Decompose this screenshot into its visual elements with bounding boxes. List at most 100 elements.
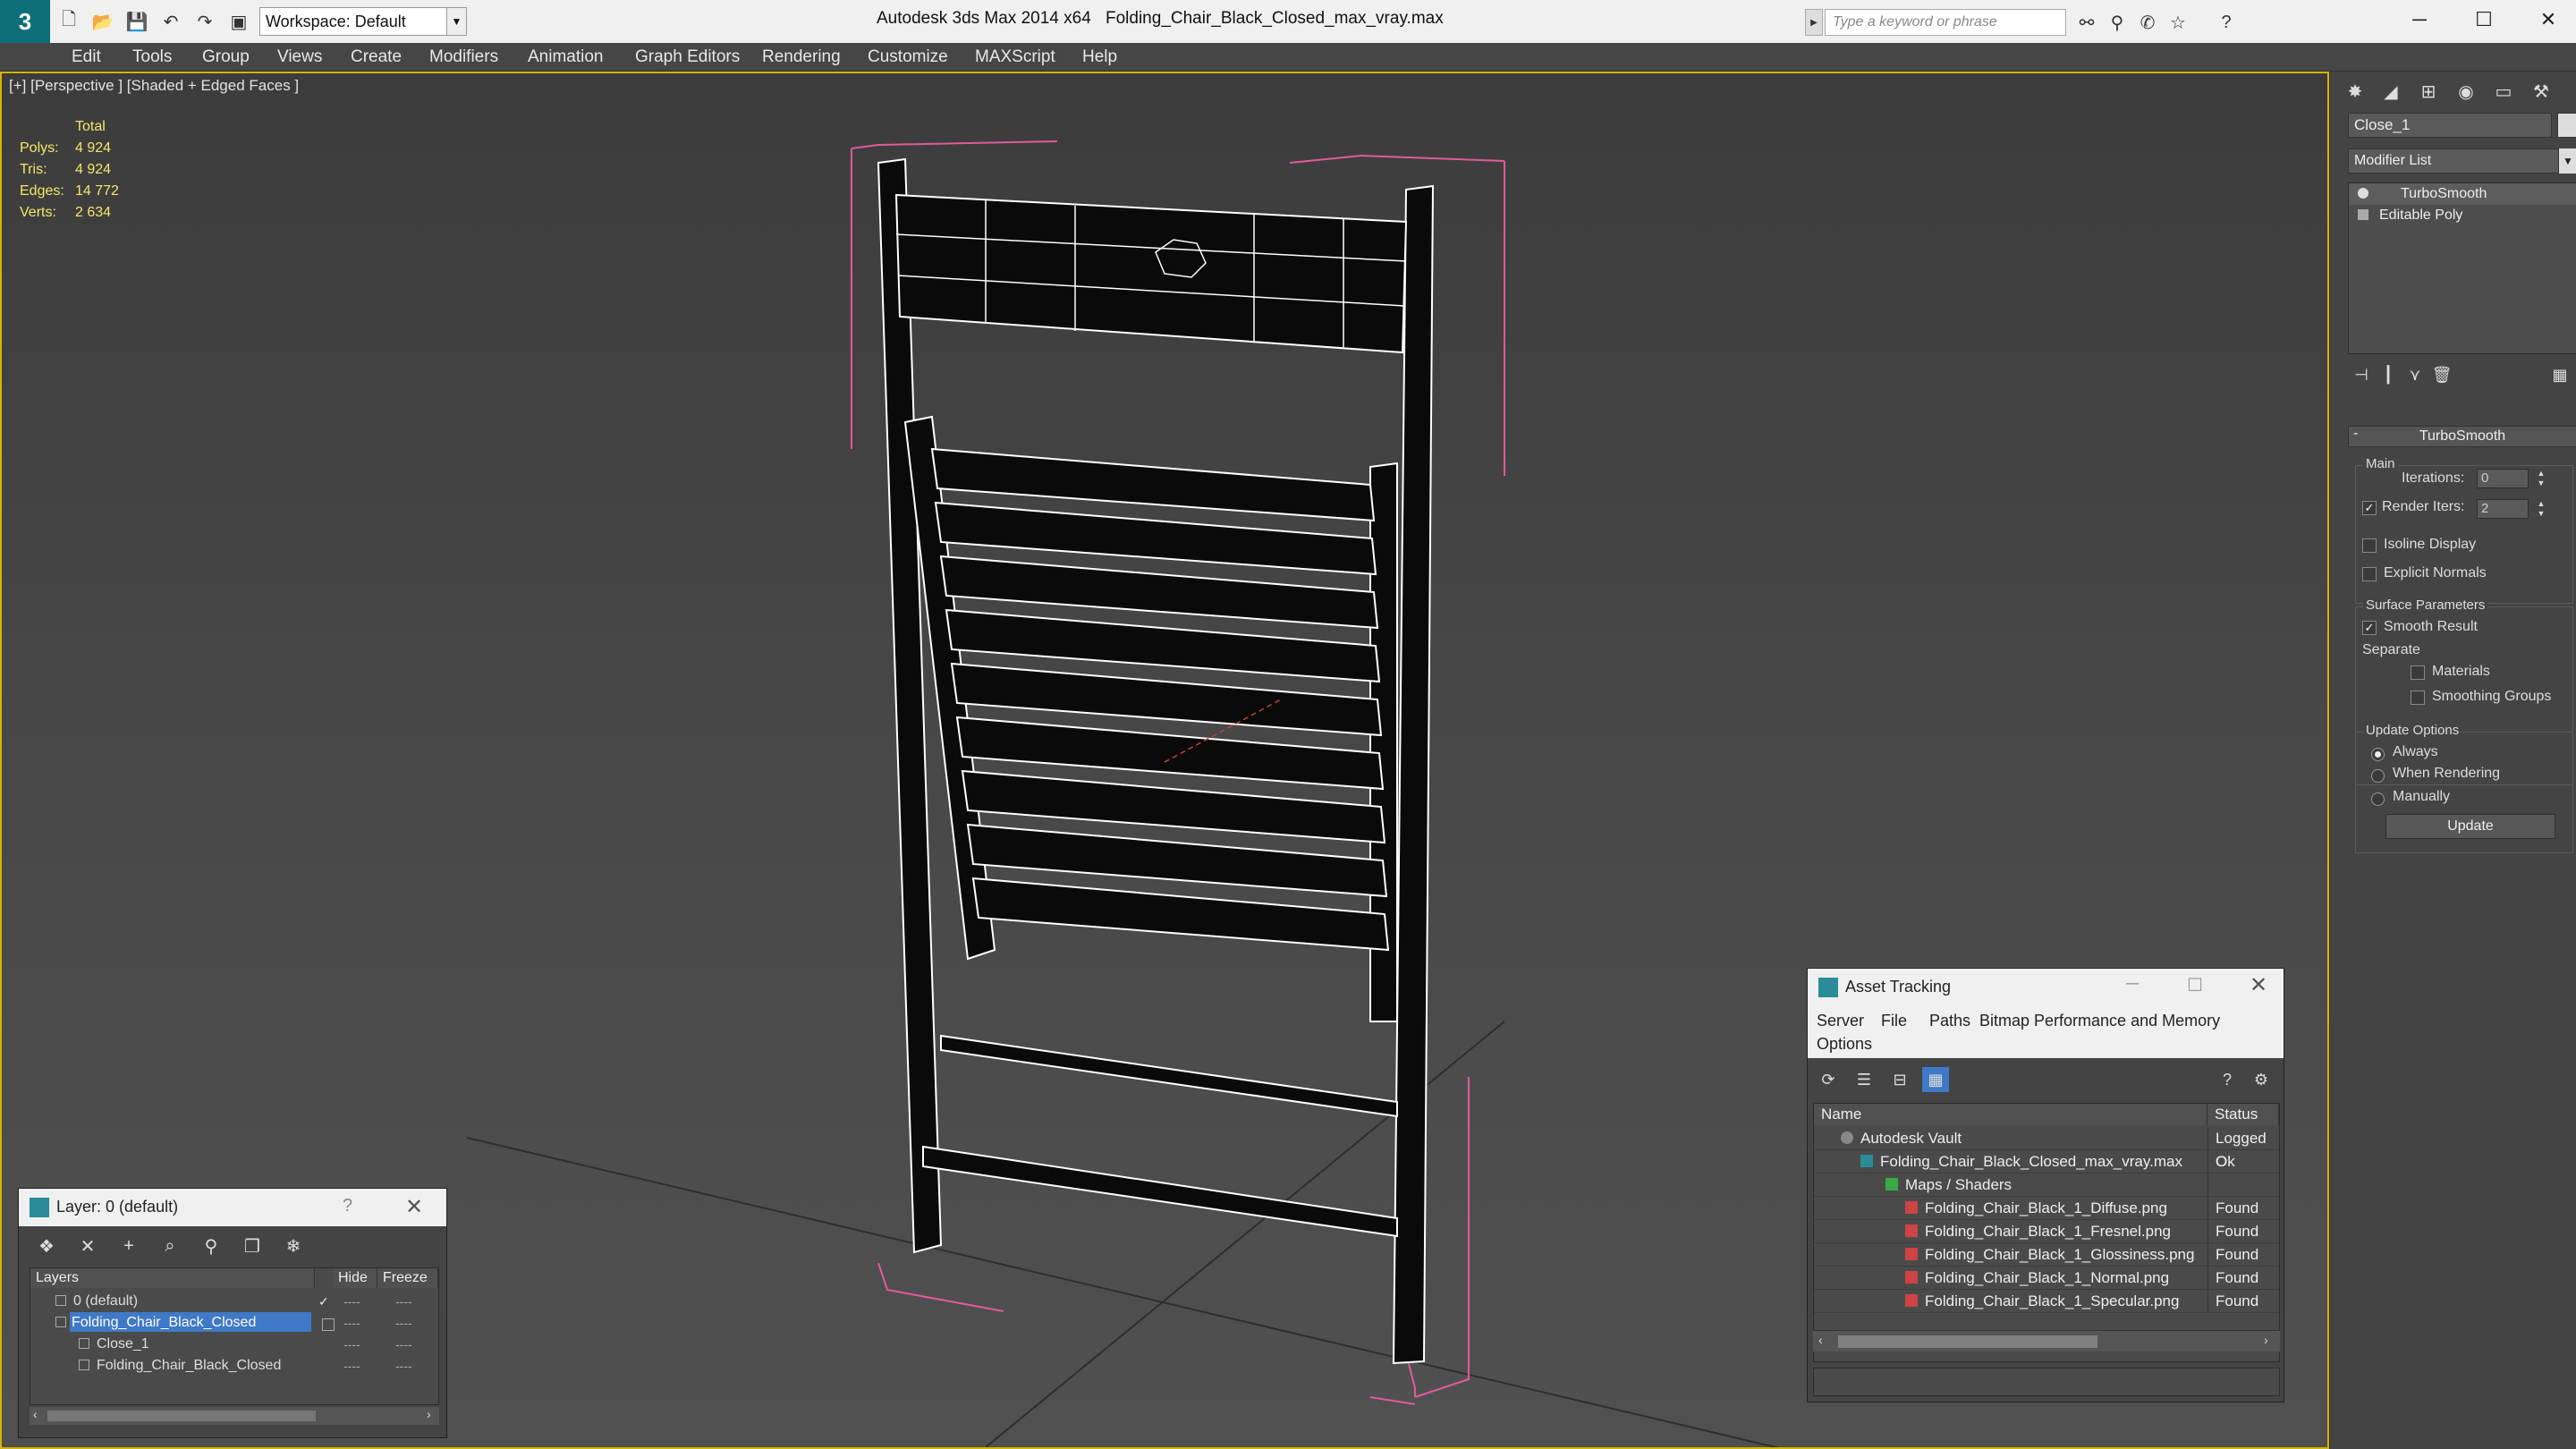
- turbosmooth-rollout-header[interactable]: TurboSmooth: [2348, 426, 2576, 447]
- minimize-icon[interactable]: ─: [2397, 4, 2442, 36]
- layer-row[interactable]: Folding_Chair_Black_Closed ---- ----: [30, 1354, 438, 1376]
- active-layer-check-icon[interactable]: ✓: [318, 1291, 329, 1312]
- menu-modifiers[interactable]: Modifiers: [429, 47, 498, 67]
- maximize-icon[interactable]: ☐: [2462, 4, 2506, 36]
- object-name-field[interactable]: Close_1: [2348, 113, 2552, 138]
- highlight-layer-icon[interactable]: ⚲: [198, 1233, 225, 1258]
- horizontal-scrollbar[interactable]: ‹ ›: [1813, 1330, 2280, 1352]
- freeze-toggle[interactable]: ----: [395, 1312, 412, 1334]
- show-end-result-icon[interactable]: ┃: [2375, 361, 2402, 388]
- update-button[interactable]: Update: [2385, 814, 2555, 839]
- minimize-icon[interactable]: ─: [2126, 974, 2139, 995]
- smooth-result-checkbox[interactable]: ✓: [2362, 621, 2377, 635]
- delete-layer-icon[interactable]: ✕: [74, 1233, 101, 1258]
- help-icon[interactable]: ?: [2214, 1067, 2241, 1092]
- menu-file[interactable]: File: [1881, 1012, 1907, 1030]
- menu-maxscript[interactable]: MAXScript: [975, 47, 1055, 67]
- spinner-arrows-icon[interactable]: ▲ ▼: [2536, 469, 2546, 488]
- tree-view-icon[interactable]: ⊟: [1886, 1067, 1913, 1092]
- asset-row[interactable]: Folding_Chair_Black_Closed_max_vray.max …: [1814, 1150, 2279, 1174]
- hide-toggle[interactable]: ----: [343, 1312, 360, 1334]
- menu-options[interactable]: Options: [1817, 1035, 1872, 1054]
- when-rendering-radio[interactable]: [2371, 769, 2385, 783]
- menu-edit[interactable]: Edit: [72, 47, 101, 67]
- chevron-down-icon[interactable]: ▼: [2559, 148, 2576, 174]
- select-objects-icon[interactable]: ⌕: [157, 1233, 183, 1258]
- remove-modifier-icon[interactable]: 🗑: [2428, 361, 2455, 388]
- search-input[interactable]: Type a keyword or phrase: [1825, 9, 2066, 36]
- table-view-icon[interactable]: ▦: [1922, 1067, 1949, 1092]
- menu-help[interactable]: Help: [1082, 47, 1117, 67]
- utilities-tab-icon[interactable]: ⚒: [2525, 77, 2557, 106]
- redo-icon[interactable]: ↷: [190, 6, 220, 37]
- scroll-right-icon[interactable]: ›: [2264, 1333, 2268, 1347]
- scroll-right-icon[interactable]: ›: [427, 1407, 431, 1421]
- layer-row[interactable]: Close_1 ---- ----: [30, 1333, 438, 1354]
- asset-row[interactable]: Autodesk Vault Logged O: [1814, 1127, 2279, 1170]
- create-tab-icon[interactable]: ✸: [2339, 77, 2371, 106]
- asset-row[interactable]: Folding_Chair_Black_1_Fresnel.png Found: [1814, 1220, 2279, 1243]
- asset-row[interactable]: Maps / Shaders: [1814, 1174, 2279, 1197]
- menu-tools[interactable]: Tools: [132, 47, 172, 67]
- col-name[interactable]: Name: [1814, 1104, 2207, 1125]
- asset-row[interactable]: Folding_Chair_Black_1_Normal.png Found: [1814, 1267, 2279, 1290]
- hide-toggle[interactable]: ----: [343, 1355, 360, 1377]
- stack-item-editable-poly[interactable]: Editable Poly: [2349, 205, 2576, 226]
- add-to-layer-icon[interactable]: +: [115, 1233, 142, 1258]
- hide-toggle[interactable]: ----: [343, 1291, 360, 1312]
- close-icon[interactable]: ✕: [405, 1194, 423, 1220]
- freeze-all-icon[interactable]: ❄: [280, 1233, 307, 1258]
- render-iters-checkbox[interactable]: ✓: [2362, 501, 2377, 515]
- materials-checkbox[interactable]: [2411, 665, 2425, 680]
- modifier-list-select[interactable]: Modifier List: [2348, 148, 2559, 174]
- layer-row[interactable]: 0 (default) ✓ ---- ----: [30, 1290, 438, 1311]
- search-expand-icon[interactable]: ▶: [1805, 9, 1823, 36]
- freeze-toggle[interactable]: ----: [395, 1355, 412, 1377]
- layer-row[interactable]: Folding_Chair_Black_Closed ---- ----: [30, 1311, 438, 1333]
- bulb-icon[interactable]: [2358, 188, 2368, 199]
- chevron-down-icon[interactable]: ▼: [447, 7, 467, 36]
- smoothing-groups-checkbox[interactable]: [2411, 691, 2425, 705]
- new-file-icon[interactable]: 🗋: [54, 6, 84, 37]
- motion-tab-icon[interactable]: ◉: [2450, 77, 2482, 106]
- close-icon[interactable]: ✕: [2250, 972, 2267, 998]
- explicit-normals-checkbox[interactable]: [2362, 567, 2377, 581]
- menu-graph-editors[interactable]: Graph Editors: [635, 47, 740, 67]
- project-folder-icon[interactable]: ▣: [224, 6, 254, 37]
- workspace-select[interactable]: Workspace: Default: [259, 7, 447, 36]
- spinner-arrows-icon[interactable]: ▲ ▼: [2536, 499, 2546, 519]
- make-current-icon[interactable]: [322, 1318, 335, 1331]
- menu-rendering[interactable]: Rendering: [762, 47, 841, 67]
- menu-bitmap-performance[interactable]: Bitmap Performance and Memory: [1979, 1012, 2220, 1030]
- isoline-display-checkbox[interactable]: [2362, 538, 2377, 553]
- menu-create[interactable]: Create: [351, 47, 402, 67]
- freeze-toggle[interactable]: ----: [395, 1291, 412, 1312]
- open-file-icon[interactable]: 📂: [88, 6, 118, 37]
- save-icon[interactable]: 💾: [122, 6, 152, 37]
- hierarchy-tab-icon[interactable]: ⊞: [2412, 77, 2445, 106]
- layer-dialog-titlebar[interactable]: Layer: 0 (default) ? ✕: [19, 1189, 446, 1226]
- viewport-label[interactable]: [+] [Perspective ] [Shaded + Edged Faces…: [9, 77, 299, 95]
- list-view-icon[interactable]: ☰: [1851, 1067, 1877, 1092]
- asset-row[interactable]: Folding_Chair_Black_1_Diffuse.png Found: [1814, 1197, 2279, 1220]
- close-icon[interactable]: ✕: [2526, 4, 2571, 36]
- menu-group[interactable]: Group: [202, 47, 250, 67]
- col-hide[interactable]: Hide: [333, 1268, 377, 1288]
- modify-tab-icon[interactable]: ◢: [2375, 77, 2407, 106]
- menu-server[interactable]: Server: [1817, 1012, 1864, 1030]
- freeze-toggle[interactable]: ----: [395, 1334, 412, 1355]
- help-icon[interactable]: ?: [343, 1196, 352, 1216]
- menu-views[interactable]: Views: [277, 47, 322, 67]
- asset-row[interactable]: Folding_Chair_Black_1_Specular.png Found: [1814, 1290, 2279, 1313]
- render-iters-spinner[interactable]: 2: [2477, 499, 2529, 519]
- menu-customize[interactable]: Customize: [868, 47, 948, 67]
- always-radio[interactable]: [2371, 748, 2385, 761]
- scrollbar-thumb[interactable]: [1838, 1335, 2097, 1348]
- undo-icon[interactable]: ↶: [156, 6, 186, 37]
- favorites-icon[interactable]: ☆: [2165, 9, 2191, 36]
- hide-all-icon[interactable]: ❐: [239, 1233, 266, 1258]
- scroll-left-icon[interactable]: ‹: [33, 1407, 38, 1421]
- refresh-icon[interactable]: ⟳: [1815, 1067, 1842, 1092]
- asset-dialog-titlebar[interactable]: Asset Tracking ─ ☐ ✕: [1808, 969, 2284, 1006]
- col-layers[interactable]: Layers: [30, 1268, 315, 1288]
